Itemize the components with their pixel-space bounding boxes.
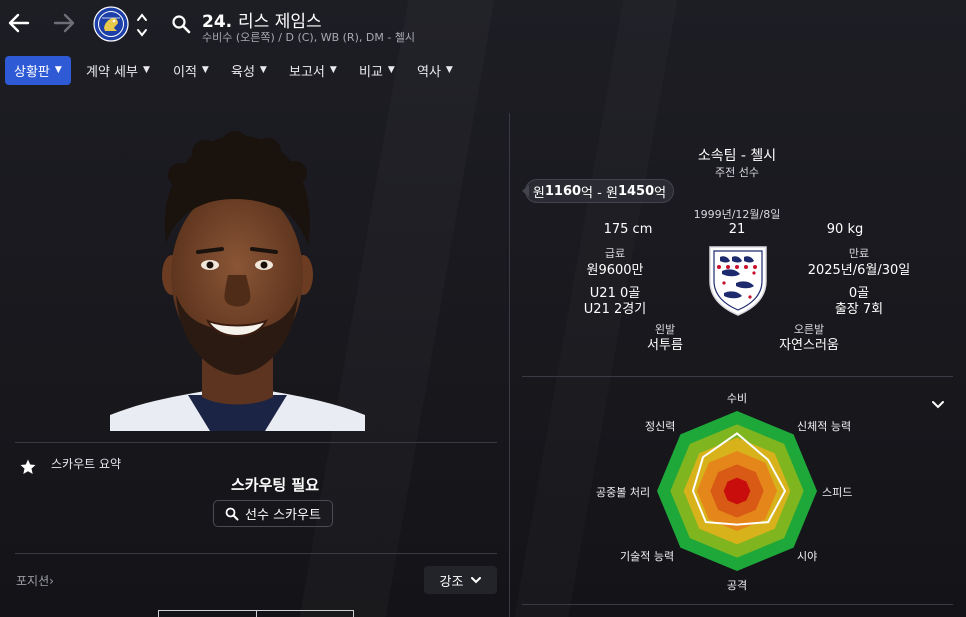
tab-label: 육성	[231, 65, 255, 80]
switch-player-icon[interactable]	[136, 12, 148, 38]
scout-player-button[interactable]: 선수 스카우트	[213, 500, 333, 527]
arrow-right-icon	[53, 13, 75, 33]
pitch-halfway-line	[256, 611, 257, 617]
forward-button[interactable]	[49, 8, 79, 38]
tab-development[interactable]: 육성 ▼	[231, 56, 267, 85]
tab-compare[interactable]: 비교 ▼	[359, 56, 395, 85]
tab-label: 계약 세부	[86, 65, 138, 80]
wage-value: 원9600만	[586, 263, 644, 278]
arrow-left-icon	[8, 13, 30, 33]
value-prefix: 원	[532, 185, 545, 201]
club-line: 소속팀 - 첼시	[697, 148, 777, 164]
value-high: 1450	[617, 183, 655, 199]
senior-appearances: 출장 7회	[834, 302, 884, 317]
transfer-value[interactable]: 원 1160 억 - 원 1450 억	[525, 179, 674, 203]
chevron-down-icon: ▼	[259, 64, 267, 75]
squad-role: 주전 선수	[715, 166, 759, 179]
tab-reports[interactable]: 보고서 ▼	[289, 56, 337, 85]
tab-label: 보고서	[289, 65, 325, 80]
radar-label-attacking: 공격	[726, 579, 748, 592]
chevron-down-icon: ▼	[201, 64, 209, 75]
scout-button-label: 선수 스카우트	[245, 508, 321, 523]
scouting-status: 스카우팅 필요	[230, 476, 320, 494]
tab-label: 상황판	[14, 65, 50, 80]
value-separator: 억 - 원	[581, 185, 618, 201]
weight-value: 90 kg	[826, 222, 864, 237]
position-label: 포지션	[16, 574, 50, 588]
chevron-down-icon[interactable]	[930, 398, 946, 412]
chevron-down-icon: ▼	[387, 64, 395, 75]
chelsea-crest-icon	[93, 6, 129, 42]
position-link[interactable]: 포지션›	[16, 572, 54, 589]
radar-label-defending: 수비	[726, 392, 748, 405]
radar-label-technical: 기술적 능력	[620, 550, 675, 563]
chevron-right-icon: ›	[49, 574, 54, 588]
emphasis-dropdown[interactable]: 강조	[424, 566, 497, 594]
radar-label-vision: 시야	[797, 550, 818, 563]
tab-transfer[interactable]: 이적 ▼	[173, 56, 209, 85]
date-of-birth: 1999년/12월/8일	[693, 208, 781, 221]
pill-pointer-icon	[522, 185, 529, 197]
scout-summary-label: 스카우트 요약	[51, 457, 122, 471]
tab-label: 역사	[417, 65, 441, 80]
left-foot-value: 서투름	[647, 338, 683, 353]
u21-caps: U21 2경기	[583, 302, 647, 317]
value-suffix: 억	[654, 185, 667, 201]
right-foot-value: 자연스러움	[779, 338, 839, 353]
chevron-down-icon: ▼	[445, 64, 453, 75]
radar-label-mental: 정신력	[645, 420, 676, 433]
chevron-down-icon: ▼	[142, 64, 150, 75]
radar-label-physical: 신체적 능력	[797, 420, 852, 433]
player-portrait	[110, 131, 365, 431]
radar-label-speed: 스피드	[822, 486, 853, 499]
player-position-subtitle: 수비수 (오른쪽) / D (C), WB (R), DM - 첼시	[202, 31, 416, 44]
chevron-down-icon: ▼	[329, 64, 337, 75]
age-value: 21	[728, 222, 746, 237]
emphasis-label: 강조	[439, 574, 464, 590]
contract-expiry-value: 2025년/6월/30일	[807, 263, 911, 278]
divider	[15, 442, 497, 443]
search-icon[interactable]	[171, 14, 191, 34]
england-crest-icon[interactable]	[706, 243, 770, 317]
tab-overview[interactable]: 상황판 ▼	[5, 56, 71, 85]
divider	[522, 604, 953, 605]
value-low: 1160	[544, 183, 582, 199]
tab-label: 비교	[359, 65, 383, 80]
radar-ring	[723, 477, 751, 505]
chevron-down-icon: ▼	[54, 64, 62, 75]
search-icon	[225, 507, 239, 520]
divider	[15, 553, 497, 554]
radar-label-aerial: 공중볼 처리	[596, 486, 651, 499]
tab-contract[interactable]: 계약 세부 ▼	[86, 56, 150, 85]
club-badge[interactable]	[93, 6, 129, 42]
height-value: 175 cm	[603, 222, 653, 237]
column-divider	[509, 113, 510, 617]
chevron-down-icon	[471, 576, 482, 583]
tab-label: 이적	[173, 65, 197, 80]
tab-history[interactable]: 역사 ▼	[417, 56, 453, 85]
back-button[interactable]	[4, 8, 34, 38]
divider	[522, 376, 953, 377]
